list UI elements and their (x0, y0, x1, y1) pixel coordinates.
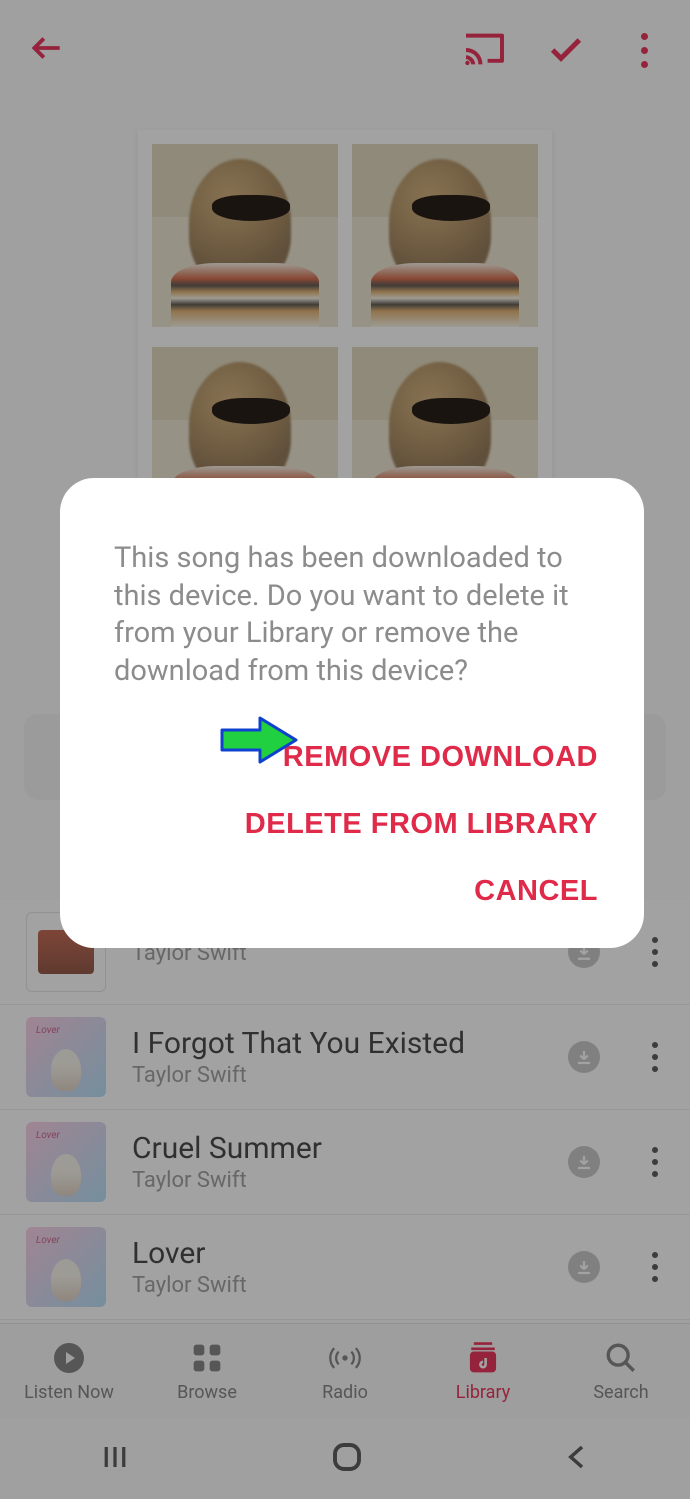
dialog-message: This song has been downloaded to this de… (114, 540, 598, 691)
cancel-button[interactable]: CANCEL (474, 875, 598, 908)
delete-from-library-button[interactable]: DELETE FROM LIBRARY (245, 808, 598, 841)
remove-download-button[interactable]: REMOVE DOWNLOAD (283, 741, 598, 774)
confirm-dialog: This song has been downloaded to this de… (60, 478, 644, 948)
